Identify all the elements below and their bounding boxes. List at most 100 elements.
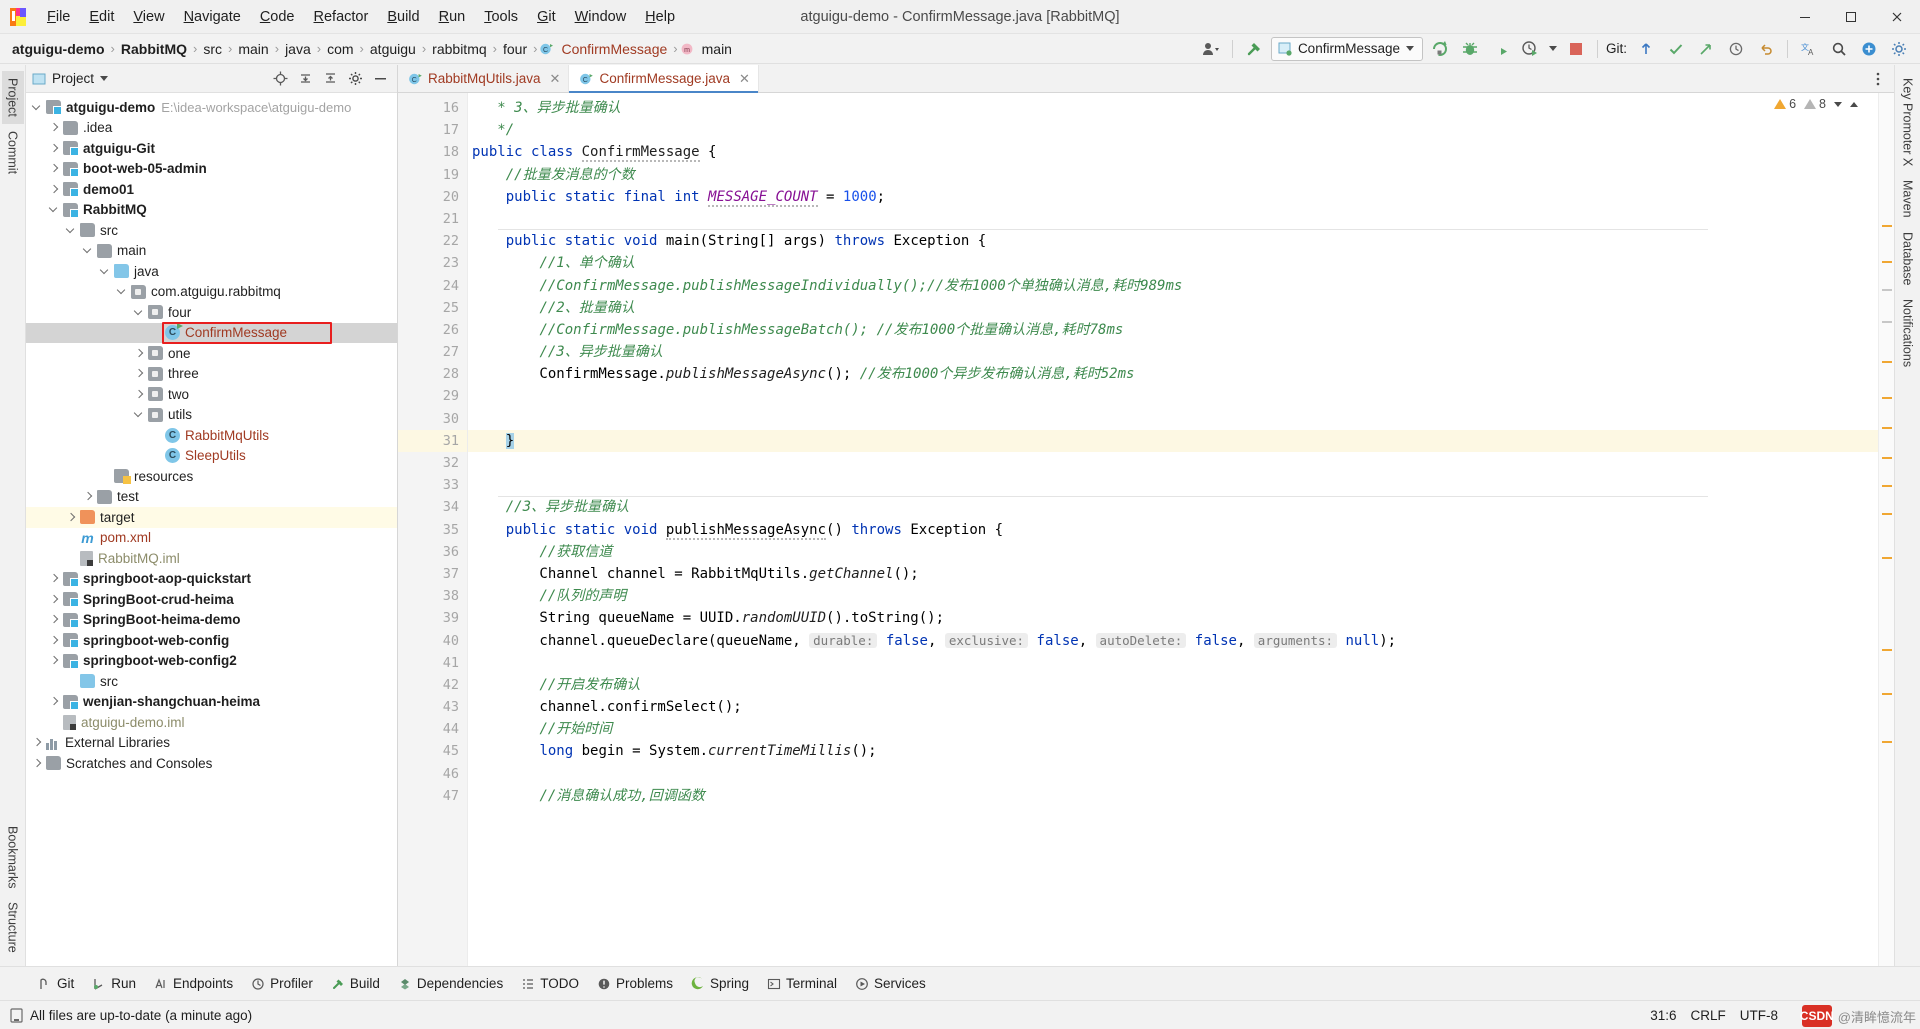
tree-node-two[interactable]: two (26, 384, 397, 405)
code-line[interactable]: channel.confirmSelect(); (468, 696, 1878, 718)
chevron-down-icon[interactable] (100, 266, 111, 277)
inspection-marker[interactable] (1882, 741, 1892, 743)
line-number[interactable]: 27 (398, 341, 467, 363)
menu-item-run[interactable]: Run (430, 5, 475, 29)
tree-node-springboot-web-config[interactable]: springboot-web-config (26, 630, 397, 651)
chevron-right-icon[interactable] (49, 122, 60, 133)
inspection-marker[interactable] (1882, 261, 1892, 263)
menu-item-code[interactable]: Code (251, 5, 304, 29)
tree-node-atguigu-demo[interactable]: atguigu-demo E:\idea-workspace\atguigu-de… (26, 97, 397, 118)
rail-button-key-promoter-x[interactable]: Key Promoter X (1897, 71, 1919, 173)
line-number[interactable]: 31 (398, 429, 467, 452)
breadcrumb-item-rabbitmq[interactable]: RabbitMQ (117, 40, 191, 58)
chevron-down-icon[interactable] (83, 245, 94, 256)
menu-item-edit[interactable]: Edit (80, 5, 123, 29)
tree-node-java[interactable]: java (26, 261, 397, 282)
line-number[interactable]: 38 (398, 585, 467, 607)
code-line[interactable]: long begin = System.currentTimeMillis(); (468, 740, 1878, 762)
code-line[interactable]: //消息确认成功,回调函数 (468, 785, 1878, 807)
tool-window-button-todo[interactable]: TODO (513, 972, 587, 995)
code-line[interactable] (468, 208, 1878, 230)
chevron-right-icon[interactable] (49, 143, 60, 154)
chevron-down-icon[interactable] (1834, 101, 1842, 107)
tree-node-com.atguigu.rabbitmq[interactable]: com.atguigu.rabbitmq (26, 282, 397, 303)
line-number[interactable]: 21 (398, 208, 467, 230)
tree-node-test[interactable]: test (26, 487, 397, 508)
inspection-marker[interactable] (1882, 321, 1892, 323)
line-number[interactable]: 39 (398, 607, 467, 629)
chevron-down-icon[interactable] (66, 225, 77, 236)
tool-window-button-spring[interactable]: Spring (683, 972, 757, 995)
minimize-button[interactable] (1782, 0, 1828, 34)
tree-node-scratches-and-consoles[interactable]: Scratches and Consoles (26, 753, 397, 774)
chevron-right-icon[interactable] (49, 184, 60, 195)
code-line[interactable]: } (468, 429, 1878, 452)
rail-button-database[interactable]: Database (1897, 225, 1919, 293)
breadcrumb-item-rabbitmq[interactable]: rabbitmq (428, 40, 490, 58)
tool-window-button-build[interactable]: Build (323, 972, 388, 995)
code-line[interactable]: //获取信道 (468, 541, 1878, 563)
tree-node-src[interactable]: src (26, 220, 397, 241)
inspection-marker[interactable] (1882, 485, 1892, 487)
code-line[interactable]: //3、异步批量确认 (468, 341, 1878, 363)
line-number[interactable]: 24 (398, 275, 467, 297)
chevron-right-icon[interactable] (66, 512, 77, 523)
account-icon[interactable] (1198, 37, 1224, 61)
run-icon[interactable] (1427, 37, 1453, 61)
profiler-icon[interactable] (1517, 37, 1543, 61)
close-button[interactable] (1874, 0, 1920, 34)
inspection-marker[interactable] (1882, 427, 1892, 429)
tree-node-utils[interactable]: utils (26, 405, 397, 426)
line-number[interactable]: 25 (398, 297, 467, 319)
tree-node-pom.xml[interactable]: m pom.xml (26, 528, 397, 549)
chevron-right-icon[interactable] (83, 491, 94, 502)
undo-icon[interactable] (1753, 37, 1779, 61)
code-line[interactable]: //队列的声明 (468, 585, 1878, 607)
tool-window-button-dependencies[interactable]: Dependencies (390, 972, 511, 995)
menu-item-git[interactable]: Git (528, 5, 565, 29)
line-number[interactable]: 20 (398, 186, 467, 208)
chevron-right-icon[interactable] (49, 655, 60, 666)
line-number[interactable]: 44 (398, 718, 467, 740)
tool-window-button-services[interactable]: Services (847, 972, 934, 995)
tree-node-boot-web-05-admin[interactable]: boot-web-05-admin (26, 159, 397, 180)
breadcrumb-item-main[interactable]: main (234, 40, 272, 58)
locate-icon[interactable] (269, 69, 291, 89)
tree-node-external-libraries[interactable]: External Libraries (26, 733, 397, 754)
debug-icon[interactable] (1457, 37, 1483, 61)
code-line[interactable]: public static final int MESSAGE_COUNT = … (468, 186, 1878, 208)
chevron-right-icon[interactable] (49, 163, 60, 174)
tree-node-.idea[interactable]: .idea (26, 118, 397, 139)
git-history-icon[interactable] (1723, 37, 1749, 61)
breadcrumb-item-confirmmessage[interactable]: C ConfirmMessage (539, 40, 671, 58)
inspection-marker[interactable] (1882, 557, 1892, 559)
collapse-all-icon[interactable] (319, 69, 341, 89)
tool-window-button-git[interactable]: Git (30, 972, 82, 995)
build-hammer-icon[interactable] (1241, 37, 1267, 61)
tree-node-rabbitmq[interactable]: RabbitMQ (26, 200, 397, 221)
translate-icon[interactable]: 文 A (1796, 37, 1822, 61)
menu-item-refactor[interactable]: Refactor (305, 5, 378, 29)
close-tab-icon[interactable]: ✕ (550, 71, 561, 87)
menu-item-help[interactable]: Help (636, 5, 684, 29)
tree-node-resources[interactable]: resources (26, 466, 397, 487)
tree-node-main[interactable]: main (26, 241, 397, 262)
inspection-marker[interactable] (1882, 693, 1892, 695)
tree-node-rabbitmqutils[interactable]: C RabbitMqUtils (26, 425, 397, 446)
line-number[interactable]: 19 (398, 164, 467, 186)
chevron-right-icon[interactable] (32, 737, 43, 748)
line-number[interactable]: 41 (398, 652, 467, 674)
maximize-button[interactable] (1828, 0, 1874, 34)
line-separator[interactable]: CRLF (1690, 1008, 1725, 1023)
tree-node-springboot-heima-demo[interactable]: SpringBoot-heima-demo (26, 610, 397, 631)
code-line[interactable]: */ (468, 119, 1878, 141)
tool-window-button-endpoints[interactable]: Endpoints (146, 972, 241, 995)
line-number[interactable]: 37 (398, 563, 467, 585)
run-with-coverage-icon[interactable] (1487, 37, 1513, 61)
code-line[interactable]: //开始时间 (468, 718, 1878, 740)
rail-button-project[interactable]: Project (1, 71, 24, 124)
settings-gear-icon[interactable] (344, 69, 366, 89)
close-tab-icon[interactable]: ✕ (739, 71, 750, 87)
code-line[interactable]: //ConfirmMessage.publishMessageIndividua… (468, 275, 1878, 297)
line-number[interactable]: 29 (398, 385, 467, 407)
